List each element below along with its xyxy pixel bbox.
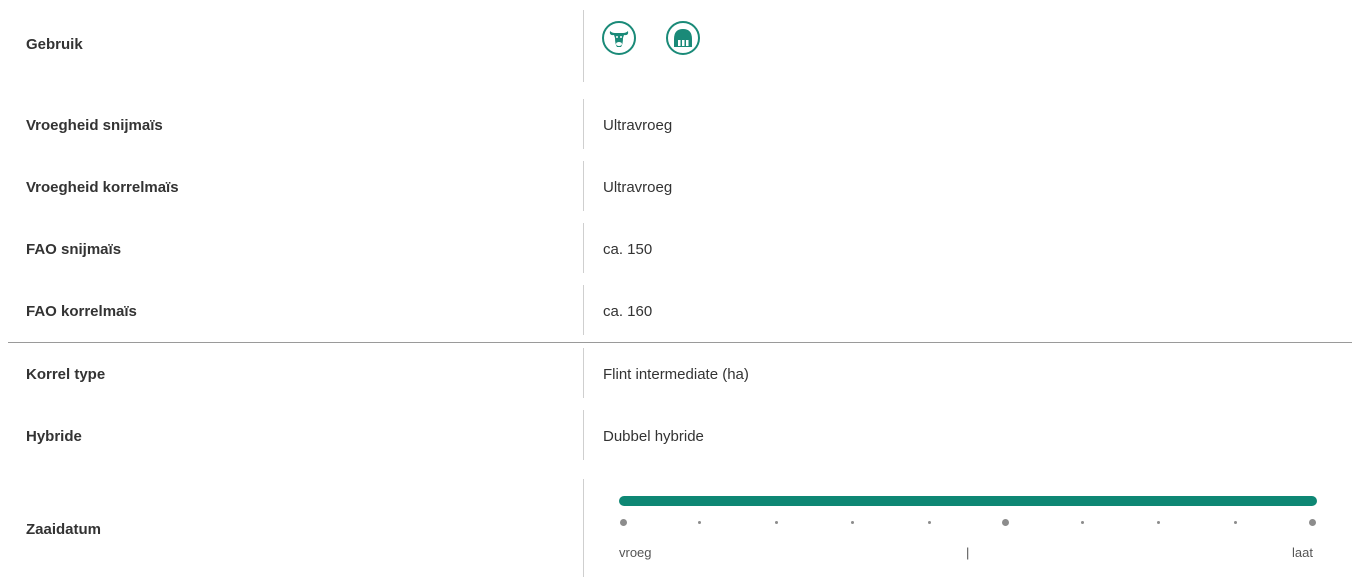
zaaidatum-scale-bar	[619, 496, 1317, 506]
row-value: Ultravroeg	[603, 117, 673, 134]
row-label: FAO snijmaïs	[26, 241, 122, 258]
row-value: ca. 150	[603, 241, 653, 258]
row-value: ca. 160	[603, 303, 653, 320]
section-divider	[8, 342, 1352, 343]
scale-minor-tick	[851, 520, 855, 524]
scale-minor-tick	[1233, 520, 1237, 524]
scale-minor-tick	[698, 520, 702, 524]
scale-minor-tick	[774, 520, 778, 524]
scale-major-tick	[1002, 518, 1010, 526]
column-divider	[583, 10, 584, 82]
column-divider	[583, 99, 584, 149]
column-divider	[583, 410, 584, 460]
scale-mid-label: |	[966, 545, 970, 560]
row-value: Ultravroeg	[603, 179, 673, 196]
column-divider	[583, 479, 584, 577]
column-divider	[583, 348, 584, 398]
scale-minor-tick	[1157, 520, 1161, 524]
row-label: FAO korrelmaïs	[26, 303, 137, 320]
row-label: Gebruik	[26, 36, 83, 53]
column-divider	[583, 285, 584, 335]
silo-icon	[666, 21, 700, 55]
column-divider	[583, 161, 584, 211]
scale-minor-tick	[927, 520, 931, 524]
scale-major-tick	[619, 518, 627, 526]
row-value: Dubbel hybride	[603, 428, 704, 445]
scale-end-label: laat	[1292, 545, 1313, 560]
row-label: Hybride	[26, 428, 82, 445]
column-divider	[583, 223, 584, 273]
scale-major-tick	[1308, 518, 1316, 526]
row-label: Korrel type	[26, 366, 106, 383]
row-label: Vroegheid korrelmaïs	[26, 179, 179, 196]
cow-icon	[602, 21, 636, 55]
row-value: Flint intermediate (ha)	[603, 366, 749, 383]
row-label: Zaaidatum	[26, 521, 102, 538]
scale-minor-tick	[1080, 520, 1084, 524]
scale-start-label: vroeg	[619, 545, 652, 560]
row-label: Vroegheid snijmaïs	[26, 117, 163, 134]
